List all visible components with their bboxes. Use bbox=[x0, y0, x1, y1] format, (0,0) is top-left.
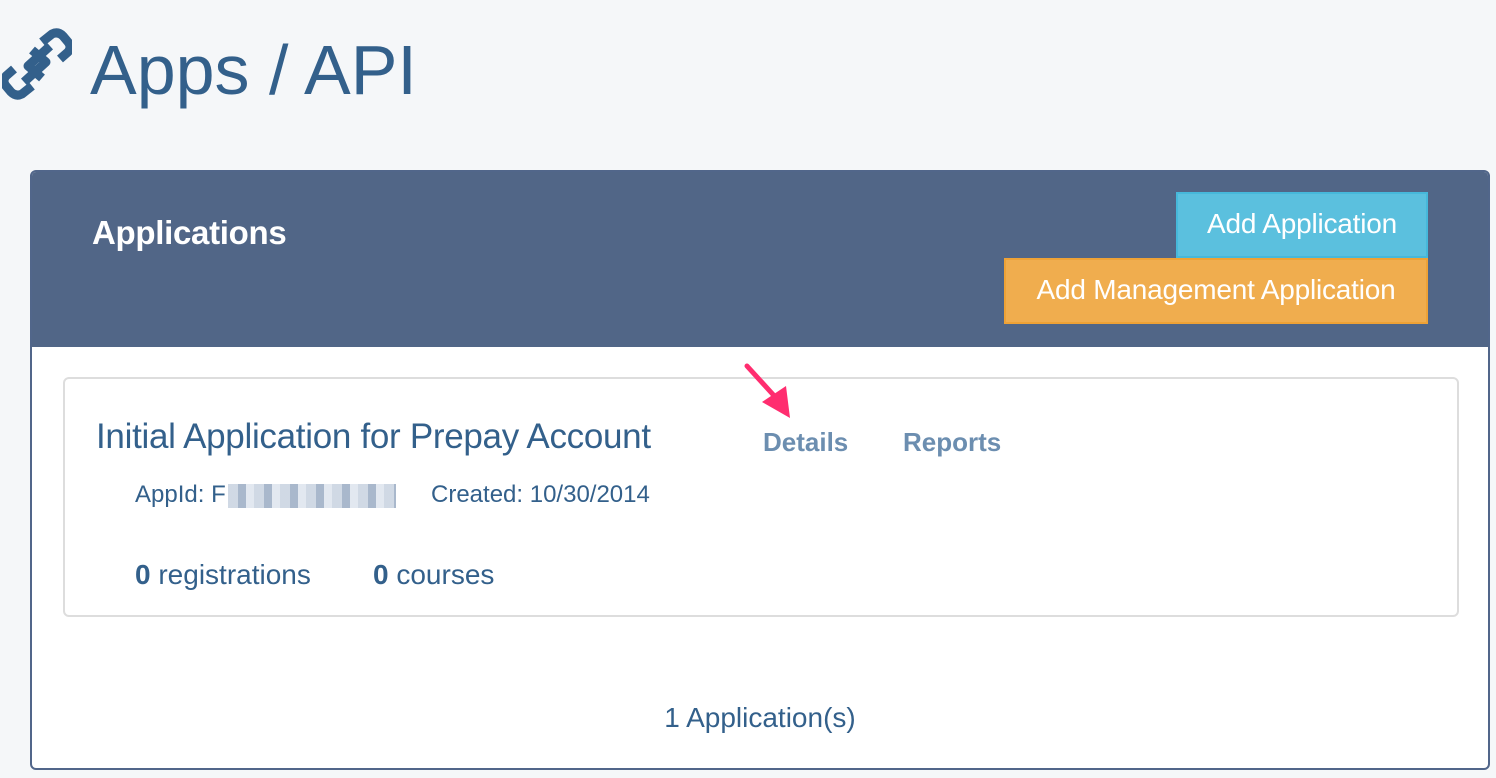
courses-label: courses bbox=[396, 559, 495, 590]
created-date: Created: 10/30/2014 bbox=[431, 481, 650, 509]
add-management-application-button[interactable]: Add Management Application bbox=[1004, 258, 1428, 324]
application-count: 1 Application(s) bbox=[664, 702, 856, 733]
created-value: 10/30/2014 bbox=[529, 481, 650, 508]
registrations-label: registrations bbox=[158, 559, 311, 590]
app-id-prefix: F bbox=[211, 481, 226, 508]
courses-stat: 0 courses bbox=[373, 559, 494, 591]
created-label: Created: bbox=[431, 481, 524, 508]
panel-header: Applications Add Application Add Managem… bbox=[32, 172, 1488, 347]
link-icon bbox=[2, 28, 72, 100]
application-name: Initial Application for Prepay Account bbox=[96, 417, 651, 456]
page-title: Apps / API bbox=[90, 31, 417, 109]
page-header: Apps / API bbox=[0, 0, 1496, 150]
courses-count: 0 bbox=[373, 559, 389, 590]
app-id: AppId: F bbox=[135, 481, 396, 509]
app-id-redacted-value bbox=[227, 483, 396, 508]
application-card: Initial Application for Prepay Account D… bbox=[63, 377, 1459, 617]
registrations-count: 0 bbox=[135, 559, 151, 590]
applications-panel: Applications Add Application Add Managem… bbox=[30, 170, 1490, 770]
add-application-button[interactable]: Add Application bbox=[1176, 192, 1428, 258]
registrations-stat: 0 registrations bbox=[135, 559, 311, 591]
panel-title: Applications bbox=[92, 214, 287, 251]
reports-link[interactable]: Reports bbox=[903, 427, 1001, 458]
app-id-label: AppId: bbox=[135, 481, 205, 508]
details-link[interactable]: Details bbox=[763, 427, 848, 458]
